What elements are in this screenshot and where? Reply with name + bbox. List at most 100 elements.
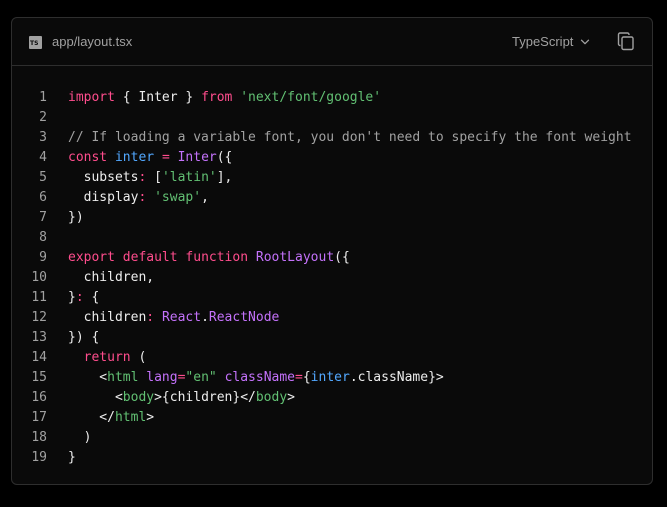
language-label: TypeScript <box>512 34 574 49</box>
code-token: > <box>146 410 155 425</box>
code-token: children, <box>68 270 155 285</box>
code-token: > <box>287 390 295 405</box>
code-token: = <box>161 150 170 165</box>
line-content: // If loading a variable font, you don't… <box>68 128 632 148</box>
line-content: }) <box>68 208 84 228</box>
line-number: 19 <box>31 450 47 465</box>
code-line: 15 <html lang="en" className={inter.clas… <box>12 368 652 388</box>
line-number: 13 <box>31 330 47 345</box>
code-token: < <box>68 370 108 385</box>
code-token: const <box>68 150 108 165</box>
code-token: }) <box>68 210 84 225</box>
code-token: inter <box>114 150 155 165</box>
code-line: 12 children: React.ReactNode <box>12 308 652 328</box>
line-number: 9 <box>39 250 47 265</box>
code-token: } <box>68 450 76 465</box>
code-token: >{children}</ <box>154 390 256 405</box>
code-token: "en" <box>185 370 217 385</box>
code-token: return <box>83 350 131 365</box>
code-block: TS app/layout.tsx TypeScript 1 import { I… <box>11 17 653 485</box>
code-token: 'next/font/google' <box>240 90 382 105</box>
code-token: default <box>122 250 178 265</box>
code-token: < <box>68 390 123 405</box>
chevron-down-icon <box>581 39 590 45</box>
copy-icon[interactable] <box>617 32 635 51</box>
code-token: ReactNode <box>208 310 280 325</box>
code-line: 14 return ( <box>12 348 652 368</box>
code-token: import <box>68 90 115 105</box>
code-line: 11 }: { <box>12 288 652 308</box>
code-line: 9 export default function RootLayout({ <box>12 248 652 268</box>
code-token: React <box>161 310 202 325</box>
code-line: 1 import { Inter } from 'next/font/google… <box>12 88 652 108</box>
code-line: 18 ) <box>12 428 652 448</box>
typescript-file-icon: TS <box>29 36 42 49</box>
line-content: <html lang="en" className={inter.classNa… <box>68 368 443 388</box>
code-token: [ <box>146 170 162 185</box>
line-content: ) <box>68 428 92 448</box>
code-line: 8 <box>12 228 652 248</box>
line-number: 1 <box>39 90 47 105</box>
code-token: html <box>107 370 139 385</box>
language-select[interactable]: TypeScript <box>512 34 590 50</box>
code-line: 7}) <box>12 208 652 228</box>
code-token: Inter <box>177 150 217 165</box>
line-content: export default function RootLayout({ <box>68 248 350 268</box>
code-token: className <box>224 370 296 385</box>
code-line: 4 const inter = Inter({ <box>12 148 652 168</box>
line-number: 15 <box>31 370 47 385</box>
line-number: 12 <box>31 310 47 325</box>
code-token: ({ <box>216 150 233 165</box>
code-token: , <box>201 190 209 205</box>
line-content: const inter = Inter({ <box>68 148 232 168</box>
code-token: { <box>302 370 311 385</box>
line-number: 11 <box>31 290 47 305</box>
line-number: 7 <box>39 210 47 225</box>
code-content: 1 import { Inter } from 'next/font/google… <box>12 88 652 468</box>
code-token: body <box>255 390 288 405</box>
code-line: 17 </html> <box>12 408 652 428</box>
code-token: }) { <box>68 330 100 345</box>
line-number: 4 <box>39 150 47 165</box>
code-token: ( <box>130 350 147 365</box>
code-token: : <box>75 290 84 305</box>
line-number: 6 <box>39 190 47 205</box>
code-token: } <box>68 290 76 305</box>
code-line: 6 display: 'swap', <box>12 188 652 208</box>
code-token: export <box>68 250 115 265</box>
line-number: 5 <box>39 170 47 185</box>
line-content: }) { <box>68 328 99 348</box>
code-token: = <box>295 370 303 385</box>
code-block-header: TS app/layout.tsx TypeScript <box>12 18 652 66</box>
code-token: body <box>122 390 155 405</box>
line-number: 3 <box>39 130 47 145</box>
code-line: 16 <body>{children}</body> <box>12 388 652 408</box>
line-content: display: 'swap', <box>68 188 209 208</box>
code-token: { Inter } <box>114 90 202 105</box>
code-token: subsets <box>68 170 139 185</box>
line-number: 16 <box>31 390 47 405</box>
line-number: 18 <box>31 430 47 445</box>
line-content: }: { <box>68 288 99 308</box>
code-line: 19} <box>12 448 652 468</box>
code-token: . <box>201 310 209 325</box>
line-number: 8 <box>39 230 47 245</box>
line-content: children: React.ReactNode <box>68 308 280 328</box>
code-token: 'swap' <box>154 190 202 205</box>
code-token: from <box>201 90 233 105</box>
code-token: : <box>146 310 155 325</box>
code-line: 2 <box>12 108 652 128</box>
code-token: html <box>114 410 147 425</box>
code-token: ({ <box>334 250 350 265</box>
line-content: children, <box>68 268 154 288</box>
line-number: 14 <box>31 350 47 365</box>
code-token: RootLayout <box>255 250 335 265</box>
code-token: inter <box>310 370 350 385</box>
